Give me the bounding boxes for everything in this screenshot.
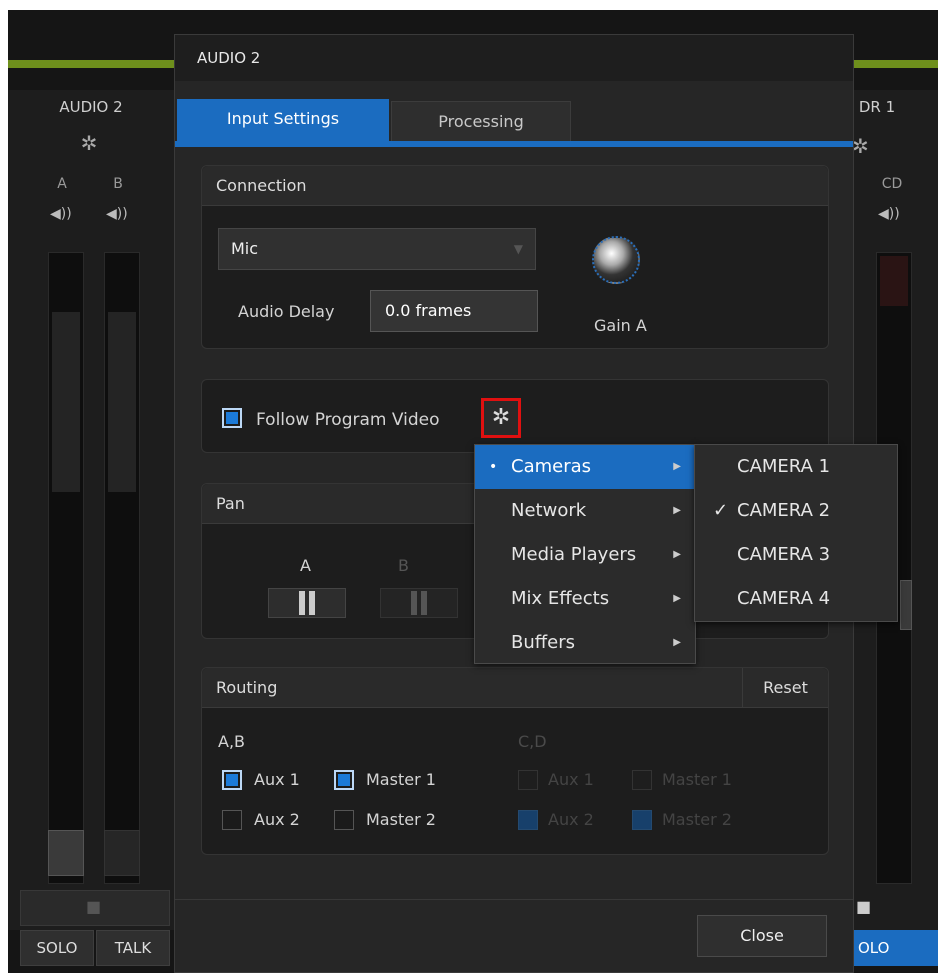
- routing-group-ab-label: A,B: [218, 732, 246, 751]
- submenu-item-camera-1[interactable]: CAMERA 1: [695, 445, 897, 489]
- follow-program-label: Follow Program Video: [256, 410, 440, 430]
- connection-header: Connection: [202, 166, 828, 206]
- menu-item-label: Cameras: [511, 456, 592, 477]
- submenu-arrow-icon: ▶: [673, 593, 681, 604]
- checkmark-icon: ✓: [713, 500, 729, 521]
- routing-panel: Routing Reset A,B C,D Aux 1 Master 1 Aux…: [201, 667, 829, 855]
- cd-aux1-checkbox: [518, 770, 538, 790]
- submenu-arrow-icon: ▶: [673, 461, 681, 472]
- ab-master1-checkbox[interactable]: [334, 770, 354, 790]
- right-solo-button[interactable]: OLO: [852, 930, 938, 966]
- audio-delay-field[interactable]: 0.0 frames: [370, 290, 538, 332]
- ab-aux1-checkbox[interactable]: [222, 770, 242, 790]
- submenu-item-label: CAMERA 2: [737, 500, 831, 521]
- ab-aux2-checkbox[interactable]: [222, 810, 242, 830]
- submenu-item-camera-3[interactable]: CAMERA 3: [695, 533, 897, 577]
- left-meter-b-level: [108, 312, 136, 492]
- solo-button[interactable]: SOLO: [20, 930, 94, 966]
- pan-b-slider[interactable]: [380, 588, 458, 618]
- tab-processing[interactable]: Processing: [391, 101, 571, 143]
- gain-label: Gain A: [594, 316, 647, 335]
- submenu-arrow-icon: ▶: [673, 549, 681, 560]
- cd-aux2-checkbox: [518, 810, 538, 830]
- left-channel-b-label: B: [113, 176, 123, 192]
- connection-panel: Connection Mic ▼ Audio Delay 0.0 frames …: [201, 165, 829, 349]
- routing-header: Routing: [202, 668, 828, 708]
- right-channel-label: CD: [881, 176, 903, 192]
- talk-button[interactable]: TALK: [96, 930, 170, 966]
- connection-source-value: Mic: [231, 239, 259, 258]
- gear-icon: ✲: [491, 405, 511, 430]
- source-context-menu: • Cameras ▶ Network ▶ Media Players ▶ Mi…: [474, 444, 696, 664]
- close-button[interactable]: Close: [697, 915, 827, 957]
- menu-item-network[interactable]: Network ▶: [475, 489, 695, 533]
- pan-a-label: A: [300, 556, 311, 575]
- menu-item-buffers[interactable]: Buffers ▶: [475, 621, 695, 665]
- dialog-footer-divider: [175, 899, 853, 900]
- submenu-item-label: CAMERA 3: [737, 544, 831, 565]
- follow-panel: Follow Program Video ✲: [201, 379, 829, 453]
- cd-master2-label: Master 2: [662, 810, 732, 829]
- connection-source-select[interactable]: Mic ▼: [218, 228, 536, 270]
- ab-master1-label: Master 1: [366, 770, 436, 789]
- cd-aux1-label: Aux 1: [548, 770, 594, 789]
- selected-bullet-icon: •: [489, 459, 498, 475]
- menu-item-label: Mix Effects: [511, 588, 610, 609]
- submenu-arrow-icon: ▶: [673, 637, 681, 648]
- right-speaker-icon[interactable]: ◀)): [878, 206, 900, 222]
- right-fader-handle[interactable]: [900, 580, 912, 630]
- routing-group-cd-label: C,D: [518, 732, 547, 751]
- menu-item-mix-effects[interactable]: Mix Effects ▶: [475, 577, 695, 621]
- audio-delay-label: Audio Delay: [238, 302, 335, 321]
- top-accent-bar-left: [8, 60, 174, 68]
- right-lock-icon[interactable]: ■: [856, 897, 871, 916]
- pan-a-slider[interactable]: [268, 588, 346, 618]
- right-strip-title: DR 1: [858, 98, 896, 116]
- menu-item-cameras[interactable]: • Cameras ▶: [475, 445, 695, 489]
- gain-knob-icon[interactable]: [592, 236, 640, 284]
- cameras-submenu: CAMERA 1 ✓ CAMERA 2 CAMERA 3 CAMERA 4: [694, 444, 898, 622]
- follow-program-checkbox[interactable]: [222, 408, 242, 428]
- left-strip-gear-icon[interactable]: ✲: [78, 132, 100, 154]
- ab-aux1-label: Aux 1: [254, 770, 300, 789]
- left-lock-icon[interactable]: ■: [86, 897, 101, 916]
- right-meter-peak: [880, 256, 908, 306]
- left-fader-handle-b[interactable]: [104, 830, 140, 876]
- ab-master2-label: Master 2: [366, 810, 436, 829]
- cd-master2-checkbox: [632, 810, 652, 830]
- top-accent-bar-right: [852, 60, 938, 68]
- ab-master2-checkbox[interactable]: [334, 810, 354, 830]
- follow-gear-button[interactable]: ✲: [481, 398, 521, 438]
- submenu-item-label: CAMERA 4: [737, 588, 831, 609]
- left-meter-a-level: [52, 312, 80, 492]
- menu-item-label: Buffers: [511, 632, 576, 653]
- pan-b-label: B: [398, 556, 409, 575]
- tab-input-settings[interactable]: Input Settings: [177, 99, 389, 143]
- left-strip-title: AUDIO 2: [59, 98, 123, 116]
- menu-item-media-players[interactable]: Media Players ▶: [475, 533, 695, 577]
- left-speaker-b-icon[interactable]: ◀)): [106, 206, 128, 222]
- left-audio-strip: [8, 90, 174, 930]
- chevron-down-icon: ▼: [513, 242, 523, 256]
- right-strip-gear-icon[interactable]: ✲: [852, 134, 869, 158]
- ab-aux2-label: Aux 2: [254, 810, 300, 829]
- left-channel-a-label: A: [57, 176, 67, 192]
- left-fader-handle-a[interactable]: [48, 830, 84, 876]
- cd-master1-label: Master 1: [662, 770, 732, 789]
- tab-underline: [175, 141, 853, 147]
- cd-aux2-label: Aux 2: [548, 810, 594, 829]
- left-speaker-a-icon[interactable]: ◀)): [50, 206, 72, 222]
- cd-master1-checkbox: [632, 770, 652, 790]
- menu-item-label: Media Players: [511, 544, 637, 565]
- submenu-item-camera-2[interactable]: ✓ CAMERA 2: [695, 489, 897, 533]
- menu-item-label: Network: [511, 500, 587, 521]
- dialog-title: AUDIO 2: [175, 35, 853, 81]
- submenu-item-label: CAMERA 1: [737, 456, 831, 477]
- submenu-item-camera-4[interactable]: CAMERA 4: [695, 577, 897, 621]
- routing-reset-button[interactable]: Reset: [742, 668, 828, 708]
- submenu-arrow-icon: ▶: [673, 505, 681, 516]
